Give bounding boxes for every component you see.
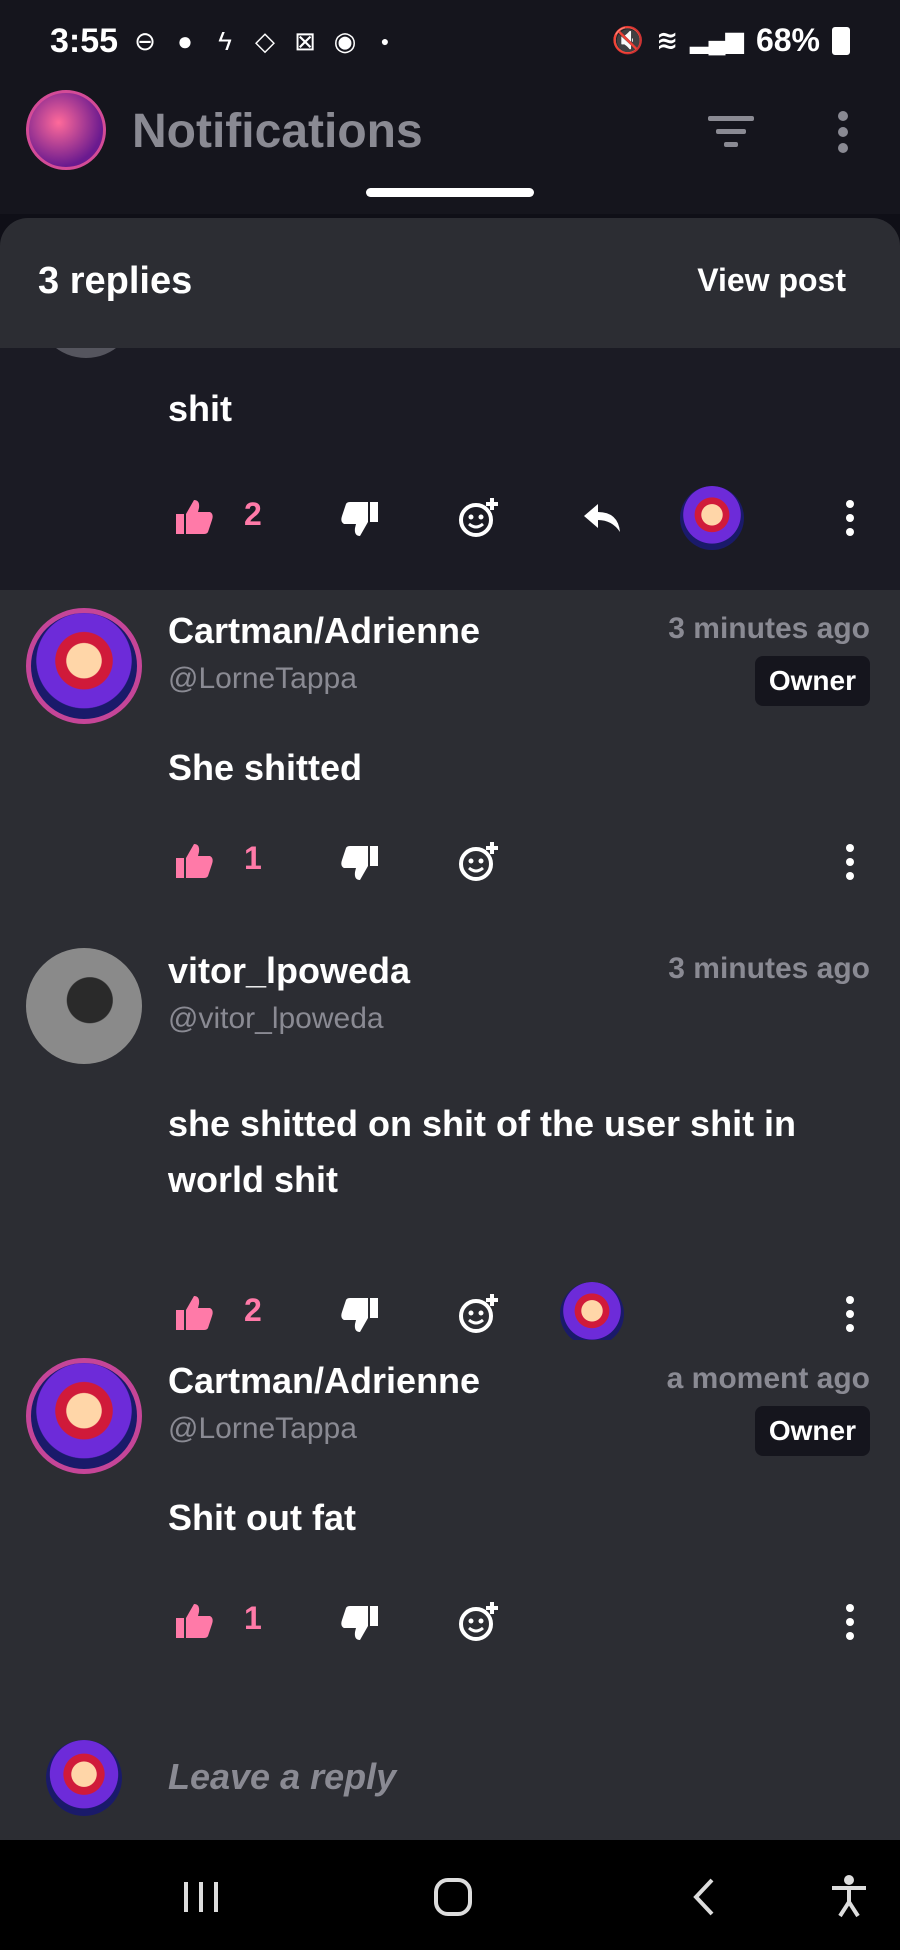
action-row: 1 [0,832,900,892]
more-vert-icon[interactable] [840,496,860,540]
profile-avatar[interactable] [26,90,106,170]
timestamp: 3 minutes ago [668,612,870,645]
capcut-icon: ⊠ [294,25,316,56]
comment-item: vitor_lpoweda @vitor_lpoweda 3 minutes a… [0,930,900,1346]
battery-label: 68% [755,22,820,58]
more-vert-icon[interactable] [840,1292,860,1336]
avatar[interactable] [26,1358,142,1474]
sheet-header: 3 replies View post [0,218,900,348]
diamond-icon: ◇ [255,25,275,56]
signal-icon: ▂▄▆ [690,27,744,54]
account-icon: ◉ [333,25,357,56]
reaction-avatar[interactable] [680,486,744,550]
status-bar: 3:55 ⊖ ● ϟ ◇ ⊠ ◉ ● 🔇 ≋ ▂▄▆ 68% [0,0,900,84]
sheet-drag-handle[interactable] [366,188,534,197]
page-title: Notifications [132,105,423,158]
add-reaction-icon[interactable] [456,1292,500,1336]
bolt-icon: ϟ [218,25,232,56]
comment-body: shit [168,388,233,429]
username[interactable]: vitor_lpoweda [168,950,410,992]
avatar[interactable] [36,348,136,358]
avatar[interactable] [26,948,142,1064]
app-header: Notifications [0,84,900,214]
reply-icon[interactable] [580,496,624,540]
parent-comment: shit 2 [0,348,900,590]
user-handle: @LorneTappa [168,662,357,695]
action-row: 2 [0,1282,900,1346]
mute-icon: 🔇 [611,25,645,55]
thumbs-up-icon[interactable] [172,1600,216,1644]
status-time: 3:55 [50,22,119,60]
comment-body: Shit out fat [168,1497,356,1538]
reaction-avatar[interactable] [560,1282,624,1346]
replies-count: 3 replies [38,260,193,302]
add-reaction-icon[interactable] [456,1600,500,1644]
thumbs-up-icon[interactable] [172,840,216,884]
filter-icon[interactable] [706,112,756,152]
action-row: 1 [0,1592,900,1652]
thumbs-up-icon[interactable] [172,496,216,540]
avatar[interactable] [26,608,142,724]
user-handle: @vitor_lpoweda [168,1002,384,1035]
recents-icon[interactable] [176,1872,226,1922]
add-reaction-icon[interactable] [456,840,500,884]
owner-badge: Owner [754,656,870,706]
username[interactable]: Cartman/Adrienne [168,1360,480,1402]
accessibility-icon[interactable] [824,1872,874,1922]
like-count: 1 [244,1600,262,1636]
back-icon[interactable] [680,1872,730,1922]
comment-body: she shitted on shit of the user shit in … [168,1103,797,1200]
battery-icon [832,26,850,55]
thumbs-down-icon[interactable] [338,1292,382,1336]
like-count: 2 [244,1292,262,1328]
more-vert-icon[interactable] [840,1600,860,1644]
thumbs-down-icon[interactable] [338,840,382,884]
timestamp: a moment ago [666,1362,870,1395]
reply-composer: Leave a reply [0,1718,900,1840]
action-row: 2 [0,486,900,550]
comment-item: Cartman/Adrienne @LorneTappa 3 minutes a… [0,590,900,930]
comment-item: Cartman/Adrienne @LorneTappa a moment ag… [0,1340,900,1718]
status-notification-icons: ⊖ ● ϟ ◇ ⊠ ◉ ● [130,26,400,56]
like-count: 2 [244,496,262,532]
timestamp: 3 minutes ago [668,952,870,985]
comment-body: She shitted [168,747,363,788]
user-handle: @LorneTappa [168,1412,357,1445]
username[interactable]: Cartman/Adrienne [168,610,480,652]
owner-badge: Owner [754,1406,870,1456]
more-vert-icon[interactable] [828,108,858,156]
wifi-icon: ≋ [656,25,679,55]
dot-icon: ● [380,33,390,49]
home-icon[interactable] [428,1872,478,1922]
system-nav-bar [0,1840,900,1950]
thumbs-down-icon[interactable] [338,1600,382,1644]
reply-input[interactable]: Leave a reply [168,1756,396,1798]
thumbs-down-icon[interactable] [338,496,382,540]
dnd-icon: ⊖ [134,25,156,56]
like-count: 1 [244,840,262,876]
avatar [46,1740,122,1816]
add-reaction-icon[interactable] [456,496,500,540]
view-post-button[interactable]: View post [697,262,846,299]
thumbs-up-icon[interactable] [172,1292,216,1336]
chat-icon: ● [177,25,193,56]
more-vert-icon[interactable] [840,840,860,884]
status-system-icons: 🔇 ≋ ▂▄▆ 68% [612,22,850,59]
